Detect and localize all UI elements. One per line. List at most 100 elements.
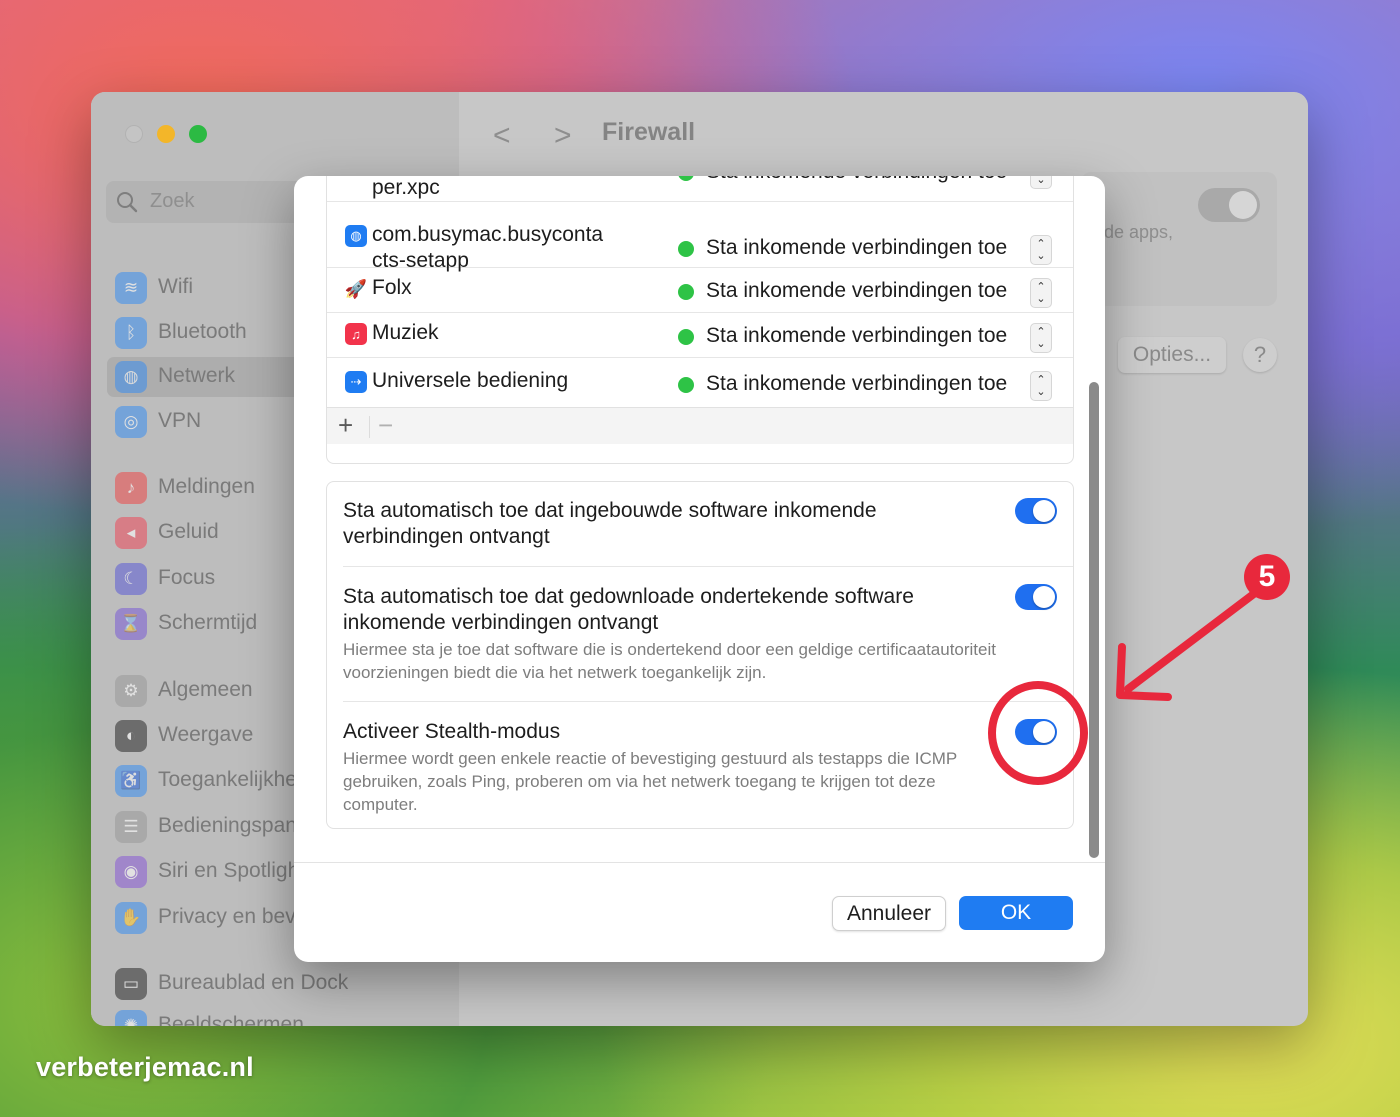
firewall-description-fragment: de apps, xyxy=(1104,222,1174,242)
accessibility-icon: ♿ xyxy=(115,765,147,797)
chevron-up-icon: ⌃ xyxy=(1036,326,1046,338)
option-stealth-desc: Hiermee wordt geen enkele reactie of bev… xyxy=(343,749,957,814)
sidebar-item-label: Algemeen xyxy=(158,678,253,701)
sidebar-item-label: Meldingen xyxy=(158,475,255,498)
chevron-down-icon: ⌄ xyxy=(1036,176,1046,186)
options-group: Sta automatisch toe dat ingebouwde softw… xyxy=(326,481,1074,829)
ok-button[interactable]: OK xyxy=(959,896,1073,930)
hand-icon: ✋ xyxy=(115,902,147,934)
status-indicator xyxy=(678,176,694,181)
sidebar-item-label: Bureaublad en Dock xyxy=(158,971,349,994)
siri-icon: ◉ xyxy=(115,856,147,888)
music-icon: ♫ xyxy=(345,323,367,345)
chevron-down-icon: ⌄ xyxy=(1036,250,1046,262)
option-signed-title: Sta automatisch toe dat gedownloade onde… xyxy=(343,585,914,634)
sidebar-item-label: Beeldschermen xyxy=(158,1013,304,1026)
table-row[interactable]: 🚀 Folx Sta inkomende verbindingen toe ⌃ ⌄ xyxy=(327,267,1073,313)
options-button[interactable]: Opties... xyxy=(1118,337,1226,373)
table-row[interactable]: ♫ Muziek Sta inkomende verbindingen toe ⌃ ⌄ xyxy=(327,312,1073,358)
add-app-button[interactable]: + xyxy=(338,410,353,441)
option-builtin-toggle[interactable] xyxy=(1015,498,1057,524)
chevron-up-icon: ⌃ xyxy=(1036,238,1046,250)
scrollbar[interactable] xyxy=(1089,382,1099,858)
status-stepper[interactable]: ⌃⌄ xyxy=(1030,235,1052,265)
back-button[interactable]: < xyxy=(493,119,511,153)
sidebar-item-label: Toegankelijkheid xyxy=(158,768,314,791)
maximize-window-button[interactable] xyxy=(189,125,207,143)
list-footer: + − xyxy=(327,407,1073,444)
wifi-icon: ≋ xyxy=(115,272,147,304)
status-indicator xyxy=(678,329,694,345)
chevron-up-icon: ⌃ xyxy=(1036,281,1046,293)
search-placeholder: Zoek xyxy=(150,190,195,212)
globe-app-icon: ◍ xyxy=(345,225,367,247)
app-name-line: com.busymac.busyconta xyxy=(372,223,604,246)
status-stepper[interactable]: ⌃⌄ xyxy=(1030,278,1052,308)
app-list: ◯com.apple.audio.InfoHelper.xpcSta inkom… xyxy=(326,176,1074,464)
status-label: Sta inkomende verbindingen toe xyxy=(706,176,1007,184)
option-divider xyxy=(343,701,1073,702)
speaker-icon: ◂ xyxy=(115,517,147,549)
app-name: com.apple.audio.InfoHelper.xpc xyxy=(372,176,598,201)
option-signed-toggle[interactable] xyxy=(1015,584,1057,610)
option-signed-desc: Hiermee sta je toe dat software die is o… xyxy=(343,640,996,682)
table-row[interactable]: ◯com.apple.audio.InfoHelper.xpcSta inkom… xyxy=(327,176,1073,202)
firewall-options-sheet: ◯com.apple.audio.InfoHelper.xpcSta inkom… xyxy=(294,176,1105,962)
sheet-divider xyxy=(294,862,1105,863)
app-name-line: Folx xyxy=(372,276,412,299)
chevron-down-icon: ⌄ xyxy=(1036,386,1046,398)
site-watermark: verbeterjemac.nl xyxy=(36,1052,254,1082)
annotation-step-badge: 5 xyxy=(1244,554,1290,600)
status-stepper[interactable]: ⌃⌄ xyxy=(1030,176,1052,189)
firewall-toggle[interactable] xyxy=(1198,188,1260,222)
status-label: Sta inkomende verbindingen toe xyxy=(706,236,1008,259)
globe-icon: ◍ xyxy=(115,361,147,393)
page-title: Firewall xyxy=(602,118,696,146)
chevron-down-icon: ⌄ xyxy=(1036,338,1046,350)
gear-icon: ⚙ xyxy=(115,675,147,707)
sidebar-item-bureaublad-en-dock[interactable]: ▭ Bureaublad en Dock xyxy=(107,964,447,1004)
status-stepper[interactable]: ⌃⌄ xyxy=(1030,323,1052,353)
sidebar-item-label: Schermtijd xyxy=(158,611,258,634)
appearance-icon: ◐ xyxy=(115,720,147,752)
rocket-icon: 🚀 xyxy=(344,278,368,300)
remove-app-button[interactable]: − xyxy=(378,410,393,441)
table-row[interactable]: ◍ com.busymac.busyconta cts-setapp Sta inko… xyxy=(327,202,1073,272)
status-indicator xyxy=(678,377,694,393)
footer-divider xyxy=(369,416,370,438)
minimize-window-button[interactable] xyxy=(157,125,175,143)
moon-icon: ☾ xyxy=(115,563,147,595)
status-indicator xyxy=(678,241,694,257)
app-name-line: per.xpc xyxy=(372,176,440,199)
status-stepper[interactable]: ⌃⌄ xyxy=(1030,371,1052,401)
sidebar-item-beeldschermen[interactable]: ✺ Beeldschermen xyxy=(107,1006,447,1026)
app-name: Universele bediening xyxy=(372,368,568,394)
sidebar-item-label: VPN xyxy=(158,409,202,432)
close-window-button[interactable] xyxy=(125,125,143,143)
display-icon: ✺ xyxy=(115,1010,147,1026)
search-icon xyxy=(117,192,138,213)
sidebar-item-label: Weergave xyxy=(158,723,254,746)
sidebar-item-label: Siri en Spotlight xyxy=(158,859,306,882)
sidebar-item-label: Geluid xyxy=(158,520,219,543)
table-row[interactable]: ⇢ Universele bediening Sta inkomende verbi… xyxy=(327,357,1073,407)
forward-button[interactable]: > xyxy=(554,119,572,153)
app-name-line: Universele bediening xyxy=(372,369,569,392)
hourglass-icon: ⌛ xyxy=(115,608,147,640)
annotation-arrow-icon xyxy=(1116,589,1259,701)
app-name: Muziek xyxy=(372,320,439,346)
sidebar-item-label: Focus xyxy=(158,566,216,589)
option-stealth-title: Activeer Stealth-modus xyxy=(343,720,561,743)
sidebar-item-label: Netwerk xyxy=(158,364,236,387)
status-label: Sta inkomende verbindingen toe xyxy=(706,324,1008,347)
vpn-icon: ◎ xyxy=(115,406,147,438)
status-label: Sta inkomende verbindingen toe xyxy=(706,372,1008,395)
status-label: Sta inkomende verbindingen toe xyxy=(706,279,1008,302)
help-button[interactable]: ? xyxy=(1243,338,1277,372)
cancel-button[interactable]: Annuleer xyxy=(832,896,946,931)
chevron-up-icon: ⌃ xyxy=(1036,374,1046,386)
option-builtin-title: Sta automatisch toe dat ingebouwde softw… xyxy=(343,499,877,548)
control-center-icon: ☰ xyxy=(115,811,147,843)
app-name-line: Muziek xyxy=(372,321,439,344)
option-divider xyxy=(343,566,1073,567)
